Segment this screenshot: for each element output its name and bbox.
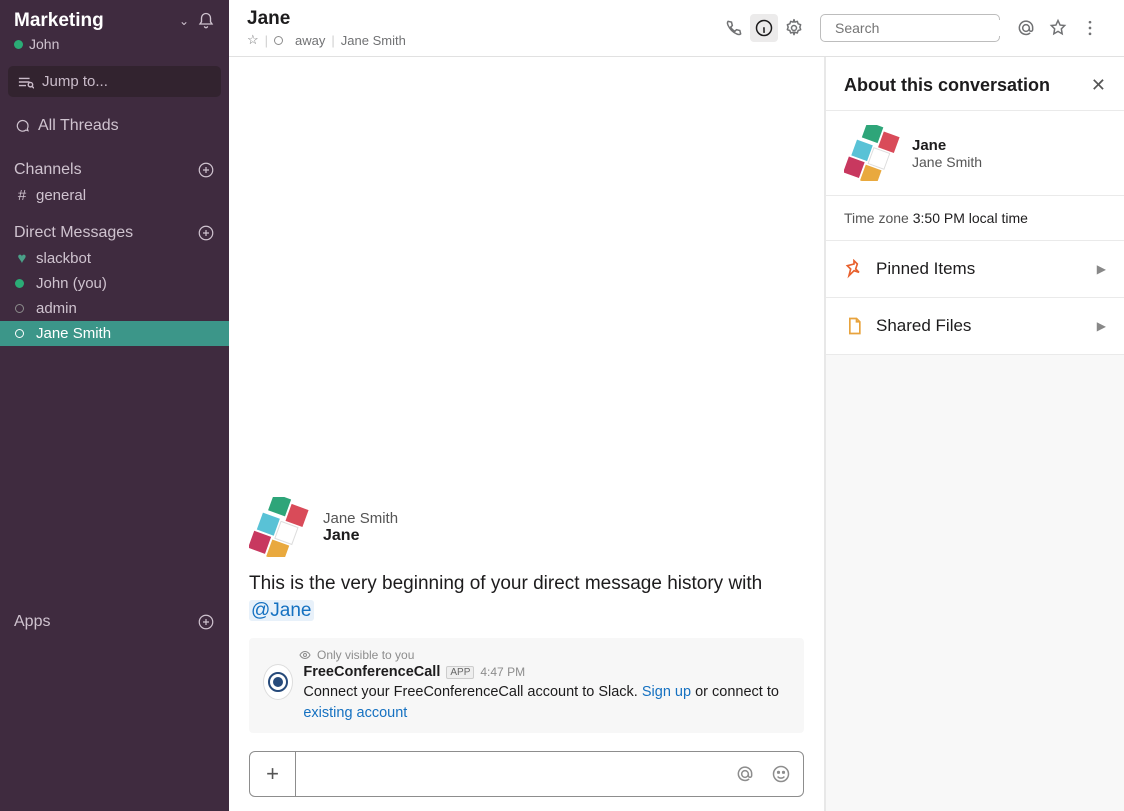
mentions-icon[interactable] [1016,18,1036,38]
topbar: Jane ☆ | away | Jane Smith [229,0,1124,57]
gear-icon[interactable] [784,18,804,38]
dm-slackbot[interactable]: ♥ slackbot [0,246,229,271]
profile-display-name: Jane [323,527,398,545]
conversation-begin-text: This is the very beginning of your direc… [249,571,804,624]
app-badge: APP [446,666,474,679]
dm-admin[interactable]: admin [0,296,229,321]
app-name[interactable]: FreeConferenceCall [303,664,440,680]
phone-icon[interactable] [724,18,744,38]
only-visible-label: Only visible to you [299,648,790,662]
search-input[interactable] [835,20,1016,36]
channels-label: Channels [14,161,197,179]
status-label: away [295,33,325,48]
presence-active-icon [15,279,24,288]
avatar [844,125,900,181]
app-avatar [263,664,293,700]
conversation-profile: Jane Smith Jane [249,497,804,557]
app-message-body: Connect your FreeConferenceCall account … [303,682,790,723]
close-icon[interactable]: ✕ [1091,75,1106,96]
messages-pane: Jane Smith Jane This is the very beginni… [229,57,825,811]
details-name: Jane [912,137,982,154]
details-fullname: Jane Smith [912,154,982,170]
app-message: Only visible to you FreeConferenceCall A… [249,638,804,733]
dm-name: Jane Smith [36,325,111,342]
signup-link[interactable]: Sign up [642,684,691,700]
hash-icon: # [14,187,30,204]
dm-self[interactable]: John (you) [0,271,229,296]
add-app-icon[interactable] [197,613,215,631]
attach-button[interactable]: + [250,752,296,796]
jump-to[interactable]: Jump to... [8,66,221,97]
dm-header[interactable]: Direct Messages [0,208,229,246]
add-dm-icon[interactable] [197,224,215,242]
apps-header[interactable]: Apps [0,597,229,811]
all-threads-label: All Threads [38,117,119,135]
dm-name: slackbot [36,250,91,267]
user-mention[interactable]: @Jane [249,600,314,621]
main-area: Jane ☆ | away | Jane Smith [229,0,1124,811]
chevron-down-icon[interactable]: ⌄ [179,14,189,28]
conversation-title[interactable]: Jane [247,8,406,30]
timezone-row: Time zone 3:50 PM local time [826,196,1124,241]
presence-away-icon [15,304,24,313]
jump-to-label: Jump to... [42,73,108,90]
dm-jane-smith[interactable]: Jane Smith [0,321,229,346]
heart-icon: ♥ [14,250,30,267]
search-box[interactable] [820,14,1000,42]
presence-away-icon [15,329,24,338]
message-composer: + [249,751,804,797]
presence-active-icon [14,40,23,49]
apps-label: Apps [14,613,197,631]
dm-name: admin [36,300,77,317]
existing-account-link[interactable]: existing account [303,705,407,721]
avatar [249,497,309,557]
current-user-name: John [29,36,59,52]
bell-icon[interactable] [197,12,215,30]
message-time: 4:47 PM [480,665,525,679]
presence-away-icon [274,36,283,45]
star-icon[interactable]: ☆ [247,32,259,48]
pin-icon [844,259,864,279]
pinned-items-section[interactable]: Pinned Items ▶ [826,241,1124,298]
dm-label: Direct Messages [14,224,197,242]
add-channel-icon[interactable] [197,161,215,179]
chevron-right-icon: ▶ [1097,262,1106,276]
more-vertical-icon[interactable] [1080,18,1100,38]
profile-fullname: Jane Smith [323,510,398,527]
all-threads[interactable]: All Threads [0,107,229,145]
details-profile[interactable]: Jane Jane Smith [826,111,1124,196]
message-input[interactable] [296,766,727,783]
at-mention-icon[interactable] [735,764,755,784]
subtitle: Jane Smith [341,33,406,48]
workspace-name[interactable]: Marketing [14,10,171,32]
channels-header[interactable]: Channels [0,145,229,183]
details-pane: About this conversation ✕ Jane Jane Smit… [825,57,1124,811]
file-icon [844,316,864,336]
chevron-right-icon: ▶ [1097,319,1106,333]
sidebar: Marketing ⌄ John Jump to... All Threads … [0,0,229,811]
star-outline-icon[interactable] [1048,18,1068,38]
details-title: About this conversation [844,75,1050,96]
info-icon [754,18,774,38]
local-time: 3:50 PM local time [913,210,1028,226]
shared-files-section[interactable]: Shared Files ▶ [826,298,1124,355]
current-user-row[interactable]: John [0,34,229,62]
channel-general[interactable]: # general [0,183,229,208]
emoji-icon[interactable] [771,764,791,784]
info-button[interactable] [750,14,778,42]
eye-icon [299,649,311,661]
dm-name: John (you) [36,275,107,292]
channel-name: general [36,187,86,204]
